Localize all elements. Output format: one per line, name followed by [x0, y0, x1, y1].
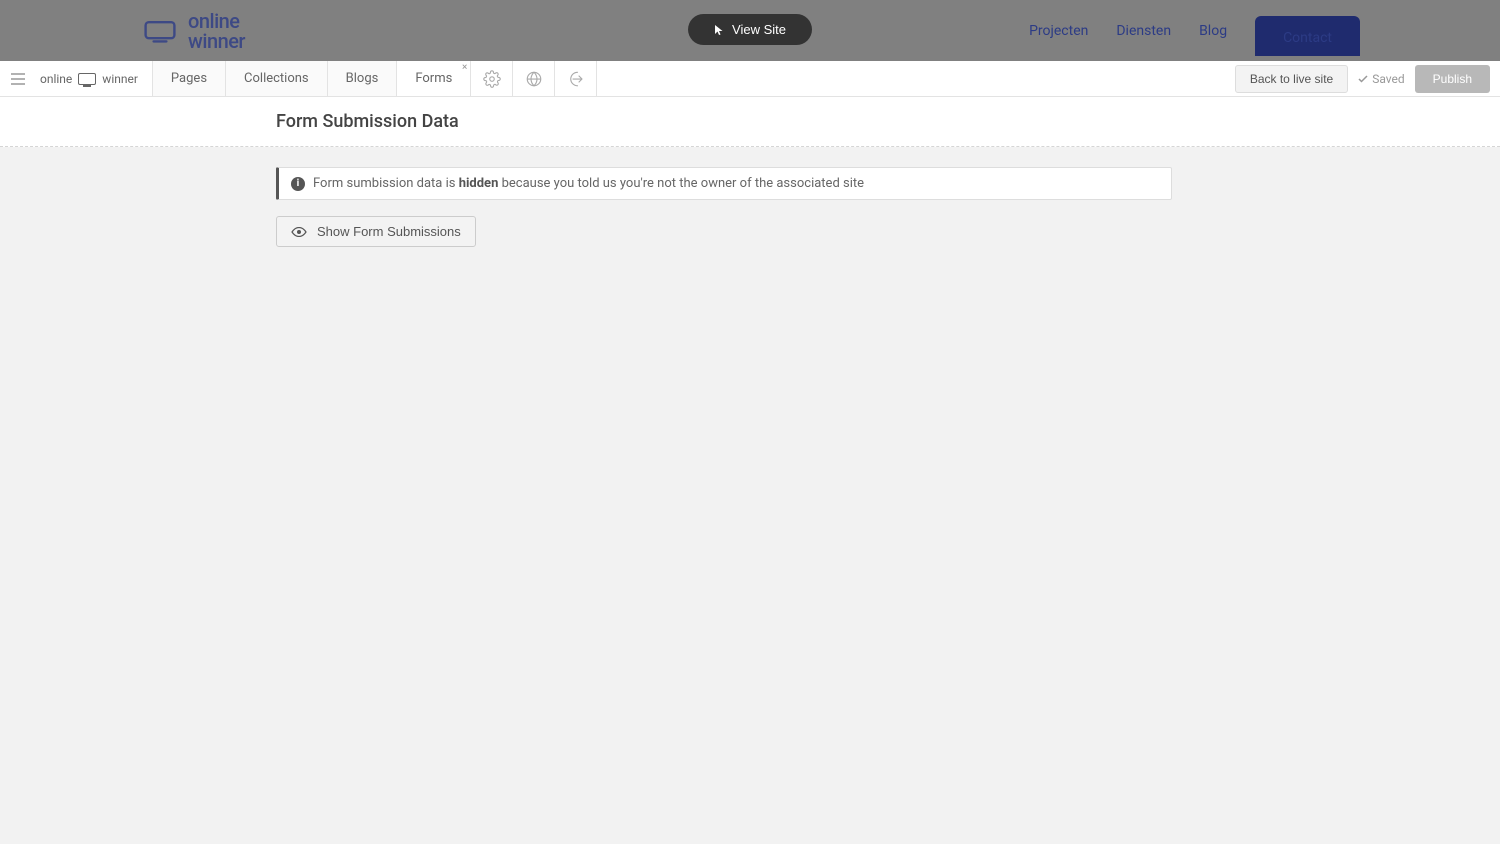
brand-right: winner: [102, 72, 138, 86]
monitor-icon: [78, 73, 96, 85]
tab-collections[interactable]: Collections: [226, 61, 328, 96]
site-logo: online winner: [140, 11, 245, 51]
saved-label: Saved: [1372, 72, 1404, 86]
editor-toolbar: online winner Pages Collections Blogs × …: [0, 61, 1500, 97]
notice-pre: Form sumbission data is: [313, 176, 459, 191]
nav-projecten[interactable]: Projecten: [1029, 23, 1088, 39]
publish-button[interactable]: Publish: [1415, 65, 1490, 93]
notice-post: because you told us you're not the owner…: [498, 176, 864, 191]
hamburger-menu[interactable]: [0, 61, 36, 96]
back-to-live-button[interactable]: Back to live site: [1235, 65, 1348, 93]
tab-label: Collections: [244, 71, 309, 86]
check-icon: [1358, 75, 1368, 83]
nav-blog[interactable]: Blog: [1199, 23, 1227, 39]
tab-label: Forms: [415, 71, 452, 86]
hamburger-icon: [11, 73, 25, 85]
logout-icon: [567, 70, 585, 88]
logo-monitor-icon: [140, 19, 180, 43]
notice-strong: hidden: [459, 176, 499, 191]
tab-blogs[interactable]: Blogs: [328, 61, 398, 96]
gear-icon: [483, 70, 501, 88]
site-brand-cell: online winner: [36, 61, 153, 96]
nav-diensten[interactable]: Diensten: [1116, 23, 1171, 39]
brand-left: online: [40, 72, 72, 86]
nav-contact-button[interactable]: Contact: [1255, 16, 1360, 56]
view-site-button[interactable]: View Site: [688, 14, 812, 45]
show-form-submissions-button[interactable]: Show Form Submissions: [276, 216, 476, 247]
tab-label: Pages: [171, 71, 207, 86]
page-content: i Form sumbission data is hidden because…: [0, 147, 1500, 247]
notice-text: Form sumbission data is hidden because y…: [313, 176, 864, 191]
hidden-notice: i Form sumbission data is hidden because…: [276, 167, 1172, 200]
site-logo-text-1: online: [188, 11, 245, 31]
cursor-icon: [714, 24, 724, 36]
tab-forms[interactable]: × Forms: [397, 61, 471, 96]
saved-status: Saved: [1358, 72, 1404, 86]
close-icon[interactable]: ×: [462, 63, 467, 73]
globe-tab[interactable]: [513, 61, 555, 96]
eye-icon: [291, 227, 307, 237]
site-nav: Projecten Diensten Blog Contact: [1029, 6, 1360, 56]
view-site-label: View Site: [732, 22, 786, 37]
site-preview-header: online winner View Site Projecten Dienst…: [0, 0, 1500, 61]
page-title: Form Submission Data: [276, 111, 1500, 132]
site-logo-text-2: winner: [188, 31, 245, 51]
show-btn-label: Show Form Submissions: [317, 224, 461, 239]
tab-pages[interactable]: Pages: [153, 61, 226, 96]
globe-icon: [525, 70, 543, 88]
page-title-bar: Form Submission Data: [0, 97, 1500, 147]
settings-tab[interactable]: [471, 61, 513, 96]
logout-tab[interactable]: [555, 61, 597, 96]
info-icon: i: [291, 177, 305, 191]
toolbar-right: Back to live site Saved Publish: [1225, 61, 1500, 96]
tab-label: Blogs: [346, 71, 379, 86]
